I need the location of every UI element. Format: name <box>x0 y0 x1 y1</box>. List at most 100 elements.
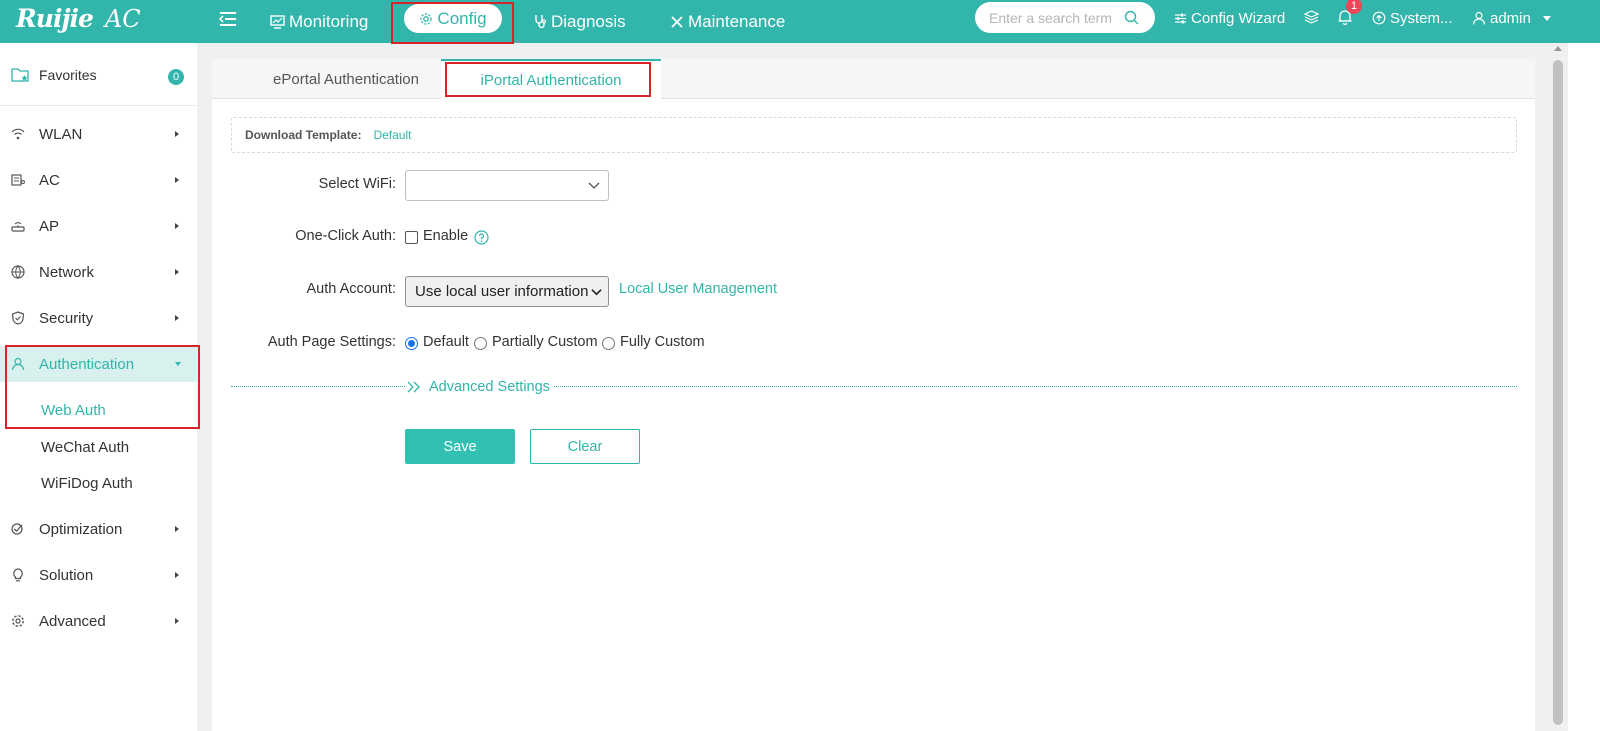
sidebar-item-label: AP <box>39 217 60 235</box>
chevron-down-icon <box>588 182 600 189</box>
chevron-right-icon <box>175 572 179 578</box>
tab-iportal[interactable]: iPortal Authentication <box>441 59 661 100</box>
sidebar: Favorites 0 WLAN AC AP Network Security … <box>0 43 197 731</box>
favorites-label: Favorites <box>39 67 97 83</box>
menu-toggle-icon[interactable] <box>218 9 238 29</box>
chevron-down-icon <box>175 362 181 366</box>
radio-default[interactable] <box>405 337 418 350</box>
wlan-icon <box>11 128 25 140</box>
config-wizard-label: Config Wizard <box>1191 9 1286 27</box>
save-button[interactable]: Save <box>405 429 515 464</box>
notification-badge: 1 <box>1346 0 1362 14</box>
help-icon[interactable] <box>474 230 489 245</box>
download-template-bar: Download Template: Default <box>231 117 1517 153</box>
auth-account-label: Auth Account: <box>306 281 396 297</box>
layers-icon[interactable] <box>1304 10 1319 24</box>
sidebar-item-ap[interactable]: AP <box>0 208 197 244</box>
sidebar-item-label: Network <box>39 263 95 281</box>
sidebar-subitem-wifidog-auth[interactable]: WiFiDog Auth <box>41 475 133 492</box>
sidebar-item-label: Authentication <box>39 355 135 373</box>
shield-icon <box>11 311 25 325</box>
chevron-right-icon <box>175 618 179 624</box>
download-default-link[interactable]: Default <box>373 128 411 142</box>
user-menu[interactable]: admin <box>1472 0 1551 36</box>
sidebar-item-advanced[interactable]: Advanced <box>0 603 197 639</box>
local-user-management-link[interactable]: Local User Management <box>619 281 777 297</box>
tools-icon <box>671 15 683 28</box>
sidebar-item-security[interactable]: Security <box>0 300 197 336</box>
content-panel: ePortal Authentication iPortal Authentic… <box>212 59 1535 731</box>
upload-circle-icon <box>1372 11 1386 25</box>
nav-maintenance[interactable]: Maintenance <box>670 0 785 43</box>
user-icon <box>11 357 25 371</box>
select-wifi-dropdown[interactable] <box>405 170 609 201</box>
chevron-right-icon <box>175 177 179 183</box>
right-gutter <box>1568 43 1600 731</box>
nav-monitoring[interactable]: Monitoring <box>270 0 368 43</box>
nav-diagnosis[interactable]: Diagnosis <box>533 0 626 43</box>
tab-eportal[interactable]: ePortal Authentication <box>232 59 460 99</box>
config-wizard-button[interactable]: Config Wizard <box>1174 0 1285 36</box>
sidebar-item-optimization[interactable]: Optimization <box>0 511 197 547</box>
network-icon <box>11 265 25 279</box>
chevron-right-icon <box>175 526 179 532</box>
radio-fully-custom[interactable] <box>602 337 615 350</box>
gear-icon <box>420 12 433 25</box>
advanced-settings-toggle[interactable]: Advanced Settings <box>406 379 554 395</box>
system-menu[interactable]: System... <box>1372 0 1453 36</box>
sidebar-item-label: WLAN <box>39 125 83 143</box>
sidebar-item-label: Solution <box>39 566 94 584</box>
one-click-enable-checkbox[interactable] <box>405 231 418 244</box>
search-input[interactable] <box>989 9 1124 26</box>
sidebar-subitem-wechat-auth[interactable]: WeChat Auth <box>41 439 129 456</box>
advanced-settings-label: Advanced Settings <box>429 379 550 395</box>
auth-account-value: Use local user information <box>415 283 589 300</box>
radio-fully-custom-label: Fully Custom <box>620 334 705 350</box>
sidebar-item-wlan[interactable]: WLAN <box>0 116 197 152</box>
stethoscope-icon <box>535 15 547 29</box>
sidebar-item-label: Advanced <box>39 612 106 630</box>
gear-icon <box>12 615 24 627</box>
optimization-icon <box>11 523 23 535</box>
radio-default-label: Default <box>423 334 469 350</box>
sidebar-item-authentication[interactable]: Authentication <box>0 346 197 382</box>
search-box[interactable] <box>975 2 1155 33</box>
auth-account-select[interactable]: Use local user information <box>405 276 609 307</box>
sidebar-item-label: Optimization <box>39 520 123 538</box>
favorites[interactable]: Favorites 0 <box>0 43 197 106</box>
ap-icon <box>11 222 25 232</box>
chevron-right-icon <box>175 223 179 229</box>
select-wifi-label: Select WiFi: <box>318 176 396 192</box>
chevron-down-icon <box>1542 15 1551 21</box>
scrollbar[interactable] <box>1550 43 1568 731</box>
user-label: admin <box>1490 9 1531 27</box>
sidebar-item-network[interactable]: Network <box>0 254 197 290</box>
chevron-down-icon <box>591 289 602 296</box>
user-icon <box>1472 11 1486 25</box>
radio-partially-custom[interactable] <box>474 337 487 350</box>
bulb-icon <box>13 568 23 582</box>
ac-icon <box>11 174 25 186</box>
double-chevron-right-icon <box>407 381 420 393</box>
sidebar-subitem-web-auth[interactable]: Web Auth <box>41 402 106 419</box>
nav-config-label: Config <box>437 8 487 28</box>
scrollbar-thumb[interactable] <box>1553 60 1563 725</box>
chevron-right-icon <box>175 131 179 137</box>
chevron-right-icon <box>175 315 179 321</box>
nav-config[interactable]: Config <box>404 4 502 33</box>
sidebar-item-solution[interactable]: Solution <box>0 557 197 593</box>
top-bar: Ruijie AC Monitoring Config Diagnosis Ma… <box>0 0 1600 43</box>
monitor-icon <box>270 14 285 29</box>
clear-button[interactable]: Clear <box>530 429 640 464</box>
logo: Ruijie AC <box>16 4 141 34</box>
search-icon[interactable] <box>1124 10 1139 25</box>
chevron-right-icon <box>175 269 179 275</box>
nav-monitoring-label: Monitoring <box>289 11 369 31</box>
sidebar-item-label: Security <box>39 309 94 327</box>
scroll-up-icon[interactable] <box>1554 46 1562 51</box>
download-template-label: Download Template: <box>245 128 362 142</box>
sidebar-item-label: AC <box>39 171 60 189</box>
sidebar-item-ac[interactable]: AC <box>0 162 197 198</box>
system-label: System... <box>1390 9 1453 27</box>
sliders-icon <box>1175 13 1186 23</box>
